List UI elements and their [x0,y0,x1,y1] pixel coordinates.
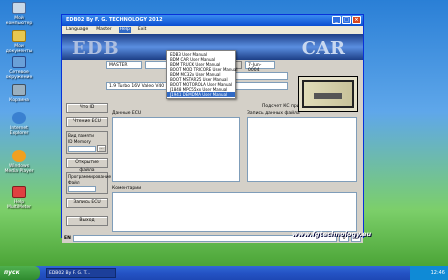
multimeter-icon [12,186,26,198]
menu-language[interactable]: Language [65,27,89,33]
write-data-box[interactable] [247,117,357,182]
write-data-label: Запись данных файла [247,111,300,116]
master-field: MASTER [106,61,142,69]
program-group-title: Программирование [68,174,112,179]
ecu-device-image [298,76,358,112]
comments-box[interactable] [112,192,357,232]
language-indicator: EN [64,236,71,241]
menu-bar: Language Master Help Exit [62,26,363,34]
desktop-icon-recycle-bin[interactable]: Корзина [2,84,36,103]
program-group: Программирование Файл [66,172,112,194]
system-tray-clock: 12:46 [410,266,448,280]
computer-icon [12,2,26,14]
comments-label: Коментарии [112,186,142,191]
data-ecu-box[interactable] [112,117,240,182]
banner-car: CAR [301,38,345,59]
program-label: Файл [68,180,80,185]
desktop-icon-ie[interactable]: Internet Explorer [2,112,36,136]
left-button-column: Что ID Чтение ECU Вид памяти ID Memory …… [66,67,112,230]
date-field: 7-Jun-0004 [245,61,275,73]
desktop-icon-multimeter[interactable]: Help MultiMeter [2,186,36,210]
menu-master[interactable]: Master [95,27,112,33]
maximize-button[interactable]: □ [342,16,351,24]
window-title: EDB02 By F. G. TECHNOLOGY 2012 [66,17,163,23]
internet-explorer-icon [12,112,26,124]
read-id-button[interactable]: Что ID [66,103,108,113]
media-player-icon [12,150,26,162]
memory-input[interactable] [68,145,96,152]
help-menu-item[interactable]: J1941 DEMDMA User Manual [167,92,235,97]
read-ecu-button[interactable]: Чтение ECU [66,117,108,127]
desktop-icon-network[interactable]: Сетевое окружение [2,56,36,80]
window-titlebar[interactable]: EDB02 By F. G. TECHNOLOGY 2012 _ □ × [62,15,363,26]
desktop-icon-documents[interactable]: Мои документы [2,30,36,54]
start-button[interactable]: пуск [0,266,40,280]
close-button[interactable]: × [352,16,361,24]
menu-help[interactable]: Help [118,27,131,33]
exit-button[interactable]: Выход [66,216,108,226]
write-ecu-button[interactable]: Запись ECU [66,198,108,208]
program-input[interactable] [68,186,96,192]
app-window: EDB02 By F. G. TECHNOLOGY 2012 _ □ × Lan… [61,14,364,243]
memory-label: ID Memory [68,139,91,144]
network-icon [12,56,26,68]
banner-logo: EDB [72,38,120,59]
memory-group-title: Вид памяти [68,133,94,138]
data-ecu-label: Данные ECU [112,111,142,116]
desktop-icon-computer[interactable]: Мой компьютер [2,2,36,26]
memory-group: Вид памяти ID Memory … [66,131,108,154]
memory-browse-button[interactable]: … [97,145,106,152]
open-file-button[interactable]: Открытие файла [66,158,108,173]
folder-icon [12,30,26,42]
minimize-button[interactable]: _ [332,16,341,24]
menu-exit[interactable]: Exit [137,27,148,33]
taskbar: пуск EDB02 By F. G. T... 12:46 [0,266,448,280]
taskbar-item-edb[interactable]: EDB02 By F. G. T... [46,268,116,278]
website-link[interactable]: www.fgtechnology.eu [292,230,371,238]
recycle-bin-icon [12,84,26,96]
help-menu-dropdown: EDB3 User Manual BDM CAR User Manual BDM T… [166,50,237,99]
desktop-icon-media-player[interactable]: Windows Media Player [2,150,36,174]
